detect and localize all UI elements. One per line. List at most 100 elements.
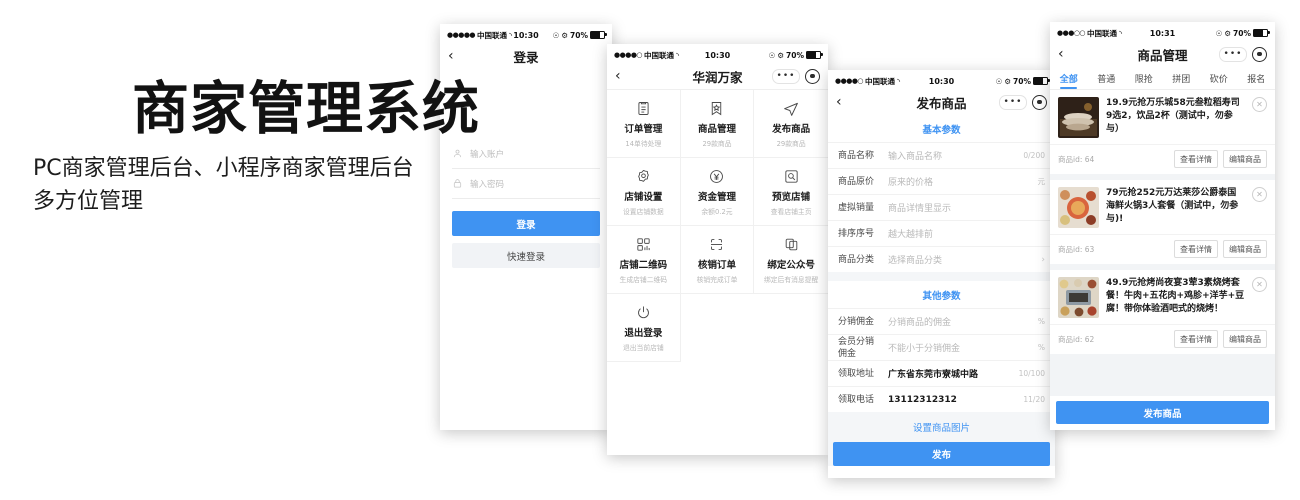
field-label: 商品分类 xyxy=(838,254,875,265)
page-subtitle-text: PC商家管理后台、小程序商家管理后台 多方位管理 xyxy=(33,156,414,214)
product-thumbnail[interactable] xyxy=(1058,187,1099,228)
field-input[interactable]: 广东省东莞市寮城中路 xyxy=(888,367,1015,380)
field-original-price[interactable]: 商品原价 原来的价格 元 xyxy=(828,168,1055,194)
field-unit: 元 xyxy=(1037,177,1046,186)
carrier-label: 中国联通 xyxy=(865,76,896,86)
grid-label: 店铺二维码 xyxy=(619,260,668,271)
paper-plane-icon xyxy=(782,99,800,118)
grid-item-goods[interactable]: 商品管理 29款商品 xyxy=(680,90,755,158)
grid-label: 店铺设置 xyxy=(624,192,663,203)
more-menu-button[interactable]: ••• xyxy=(1219,46,1247,62)
tab-flash-sale[interactable]: 限抢 xyxy=(1125,67,1163,89)
publish-product-button[interactable]: 发布商品 xyxy=(1056,401,1269,424)
grid-sub: 29款商品 xyxy=(776,140,806,148)
mini-program-capsule: ••• xyxy=(1219,46,1267,62)
alarm-icon: ☉ xyxy=(995,76,1003,86)
edit-product-button[interactable]: 编辑商品 xyxy=(1223,150,1267,168)
field-member-commission[interactable]: 会员分销 佣金 不能小于分销佣金 % xyxy=(828,334,1055,360)
edit-product-button[interactable]: 编辑商品 xyxy=(1223,330,1267,348)
grid-sub: 设置店铺数据 xyxy=(622,208,664,216)
wifi-icon: ◝ xyxy=(509,30,513,40)
grid-empty-cell xyxy=(754,294,828,362)
bluetooth-icon: ⚙ xyxy=(561,30,569,40)
goods-list: 19.9元抢万乐城58元叁粒稻寿司9选2，饮品2杯（测试中，勿参与） ✕ 商品i… xyxy=(1050,90,1275,354)
mini-program-capsule: ••• xyxy=(772,68,820,84)
field-label: 分销佣金 xyxy=(838,316,875,327)
grid-item-verify[interactable]: 核销订单 核销完成订单 xyxy=(680,226,755,294)
back-button[interactable]: ‹ xyxy=(615,69,633,83)
grid-item-logout[interactable]: 退出登录 退出当前店铺 xyxy=(607,294,681,362)
field-pickup-address[interactable]: 领取地址 广东省东莞市寮城中路 10/100 xyxy=(828,360,1055,386)
tab-bargain[interactable]: 砍价 xyxy=(1200,67,1238,89)
field-virtual-sales[interactable]: 虚拟销量 商品详情里显示 xyxy=(828,194,1055,220)
wifi-icon: ◝ xyxy=(897,76,901,86)
signal-dots-icon: ●●●●○ xyxy=(614,51,643,59)
signal-dots-icon: ●●●○○ xyxy=(1057,29,1086,37)
field-input[interactable]: 商品详情里显示 xyxy=(888,201,1045,214)
back-button[interactable]: ‹ xyxy=(836,95,854,109)
tab-group-buy[interactable]: 拼团 xyxy=(1163,67,1201,89)
field-sort-order[interactable]: 排序序号 越大越排前 xyxy=(828,220,1055,246)
section-divider xyxy=(828,272,1055,281)
field-category[interactable]: 商品分类 选择商品分类 › xyxy=(828,246,1055,272)
grid-item-orders[interactable]: 订单管理 14单待处理 xyxy=(607,90,681,158)
product-name: 19.9元抢万乐城58元叁粒稻寿司9选2，饮品2杯（测试中，勿参与） xyxy=(1106,98,1240,134)
grid-item-preview[interactable]: 预览店铺 查看店铺主页 xyxy=(754,158,828,226)
field-input[interactable]: 选择商品分类 xyxy=(888,253,1037,266)
function-grid: 订单管理 14单待处理 商品管理 29款商品 发布商品 29款商品 店铺设置 设… xyxy=(607,89,828,362)
field-pickup-phone[interactable]: 领取电话 13112312312 11/20 xyxy=(828,386,1055,412)
alarm-icon: ☉ xyxy=(1215,28,1223,38)
tab-normal[interactable]: 普通 xyxy=(1088,67,1126,89)
back-button[interactable]: ‹ xyxy=(448,49,466,63)
view-detail-button[interactable]: 查看详情 xyxy=(1174,150,1218,168)
category-tabs: 全部 普通 限抢 拼团 砍价 报名 xyxy=(1050,67,1275,90)
grid-sub: 绑定后有消息提醒 xyxy=(763,276,819,284)
grid-item-publish[interactable]: 发布商品 29款商品 xyxy=(754,90,828,158)
grid-item-qrcode[interactable]: 店铺二维码 生成店铺二维码 xyxy=(607,226,681,294)
field-product-name[interactable]: 商品名称 输入商品名称 0/200 xyxy=(828,142,1055,168)
status-bar: ●●●●○ 中国联通 ◝ 10:30 ☉ ⚙ 70% xyxy=(828,70,1055,89)
field-input[interactable]: 越大越排前 xyxy=(888,227,1045,240)
search-box-icon xyxy=(783,167,800,186)
target-circle-icon[interactable] xyxy=(805,68,820,84)
view-detail-button[interactable]: 查看详情 xyxy=(1174,240,1218,258)
close-circle-icon[interactable]: ✕ xyxy=(1252,187,1267,202)
field-input[interactable]: 不能小于分销佣金 xyxy=(888,341,1034,354)
tab-signup[interactable]: 报名 xyxy=(1238,67,1276,89)
quick-login-button[interactable]: 快速登录 xyxy=(452,243,600,268)
more-menu-button[interactable]: ••• xyxy=(999,94,1027,110)
field-input[interactable]: 分销商品的佣金 xyxy=(888,315,1034,328)
product-thumbnail[interactable] xyxy=(1058,97,1099,138)
field-input[interactable]: 原来的价格 xyxy=(888,175,1034,188)
battery-icon xyxy=(806,50,823,60)
grid-item-settings[interactable]: 店铺设置 设置店铺数据 xyxy=(607,158,681,226)
alarm-icon: ☉ xyxy=(768,50,776,60)
field-input[interactable]: 13112312312 xyxy=(888,395,1019,405)
bluetooth-icon: ⚙ xyxy=(777,50,785,60)
field-label: 领取地址 xyxy=(838,368,875,379)
battery-icon xyxy=(590,30,607,40)
grid-label: 核销订单 xyxy=(697,260,736,271)
grid-item-bind-account[interactable]: 绑定公众号 绑定后有消息提醒 xyxy=(754,226,828,294)
field-commission[interactable]: 分销佣金 分销商品的佣金 % xyxy=(828,308,1055,334)
target-circle-icon[interactable] xyxy=(1252,46,1267,62)
list-item: 49.9元抢烤尚夜宴3荤3素烧烤套餐！牛肉+五花肉+鸡胗+洋芋+豆腐！带你体验酒… xyxy=(1050,270,1275,354)
wifi-icon: ◝ xyxy=(1119,28,1123,38)
target-circle-icon[interactable] xyxy=(1032,94,1047,110)
grid-item-funds[interactable]: 资金管理 余额0.2元 xyxy=(680,158,755,226)
more-menu-button[interactable]: ••• xyxy=(772,68,800,84)
publish-button[interactable]: 发布 xyxy=(833,442,1050,466)
field-input[interactable]: 输入商品名称 xyxy=(888,149,1019,162)
close-circle-icon[interactable]: ✕ xyxy=(1252,277,1267,292)
clock-label: 10:30 xyxy=(704,50,731,60)
product-image xyxy=(1058,277,1099,318)
back-button[interactable]: ‹ xyxy=(1058,47,1076,61)
page-title: 商家管理系统 xyxy=(132,76,480,142)
navigation-bar: ‹ 商品管理 ••• xyxy=(1050,41,1275,67)
close-circle-icon[interactable]: ✕ xyxy=(1252,97,1267,112)
edit-product-button[interactable]: 编辑商品 xyxy=(1223,240,1267,258)
view-detail-button[interactable]: 查看详情 xyxy=(1174,330,1218,348)
tab-all[interactable]: 全部 xyxy=(1050,67,1088,89)
product-thumbnail[interactable] xyxy=(1058,277,1099,318)
set-product-image-link[interactable]: 设置商品图片 xyxy=(828,412,1055,442)
